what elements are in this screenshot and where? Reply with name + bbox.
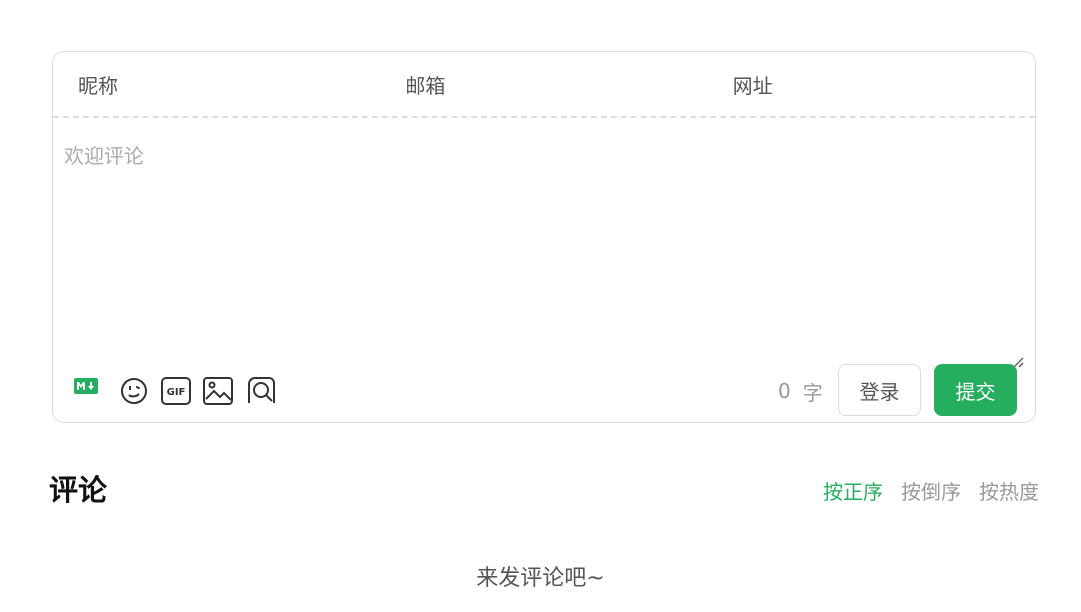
comments-title: 评论 bbox=[49, 473, 108, 507]
word-count-number: 0 bbox=[778, 379, 791, 403]
submit-button[interactable]: 提交 bbox=[934, 364, 1017, 416]
comment-placeholder: 欢迎评论 bbox=[64, 144, 144, 168]
sort-popular-tab[interactable]: 按热度 bbox=[979, 476, 1039, 505]
preview-icon[interactable] bbox=[245, 358, 275, 424]
comment-form: 昵称 邮箱 网址 欢迎评论 GIF 0 字 登录 提交 bbox=[52, 51, 1036, 423]
image-icon[interactable] bbox=[203, 358, 233, 424]
email-field[interactable]: 邮箱 bbox=[380, 52, 707, 116]
comment-textarea[interactable]: 欢迎评论 bbox=[53, 118, 1035, 374]
emoji-icon[interactable] bbox=[120, 358, 148, 424]
markdown-icon[interactable] bbox=[73, 353, 99, 419]
nickname-label: 昵称 bbox=[78, 73, 118, 98]
website-field[interactable]: 网址 bbox=[708, 52, 1035, 116]
login-button[interactable]: 登录 bbox=[838, 364, 921, 416]
svg-text:GIF: GIF bbox=[167, 387, 186, 398]
sort-descending-tab[interactable]: 按倒序 bbox=[901, 476, 961, 505]
email-label: 邮箱 bbox=[405, 73, 446, 98]
website-label: 网址 bbox=[732, 73, 773, 98]
sort-ascending-tab[interactable]: 按正序 bbox=[823, 476, 883, 505]
comment-toolbar: GIF 0 字 登录 提交 bbox=[53, 358, 1035, 424]
empty-comments-hint: 来发评论吧~ bbox=[476, 566, 605, 591]
identity-fields-row: 昵称 邮箱 网址 bbox=[53, 52, 1035, 118]
gif-icon[interactable]: GIF bbox=[161, 358, 191, 424]
sort-tabs: 按正序 按倒序 按热度 bbox=[823, 476, 1039, 505]
word-count-unit: 字 bbox=[802, 380, 823, 405]
nickname-field[interactable]: 昵称 bbox=[53, 52, 380, 116]
word-count: 0 字 bbox=[778, 358, 823, 424]
